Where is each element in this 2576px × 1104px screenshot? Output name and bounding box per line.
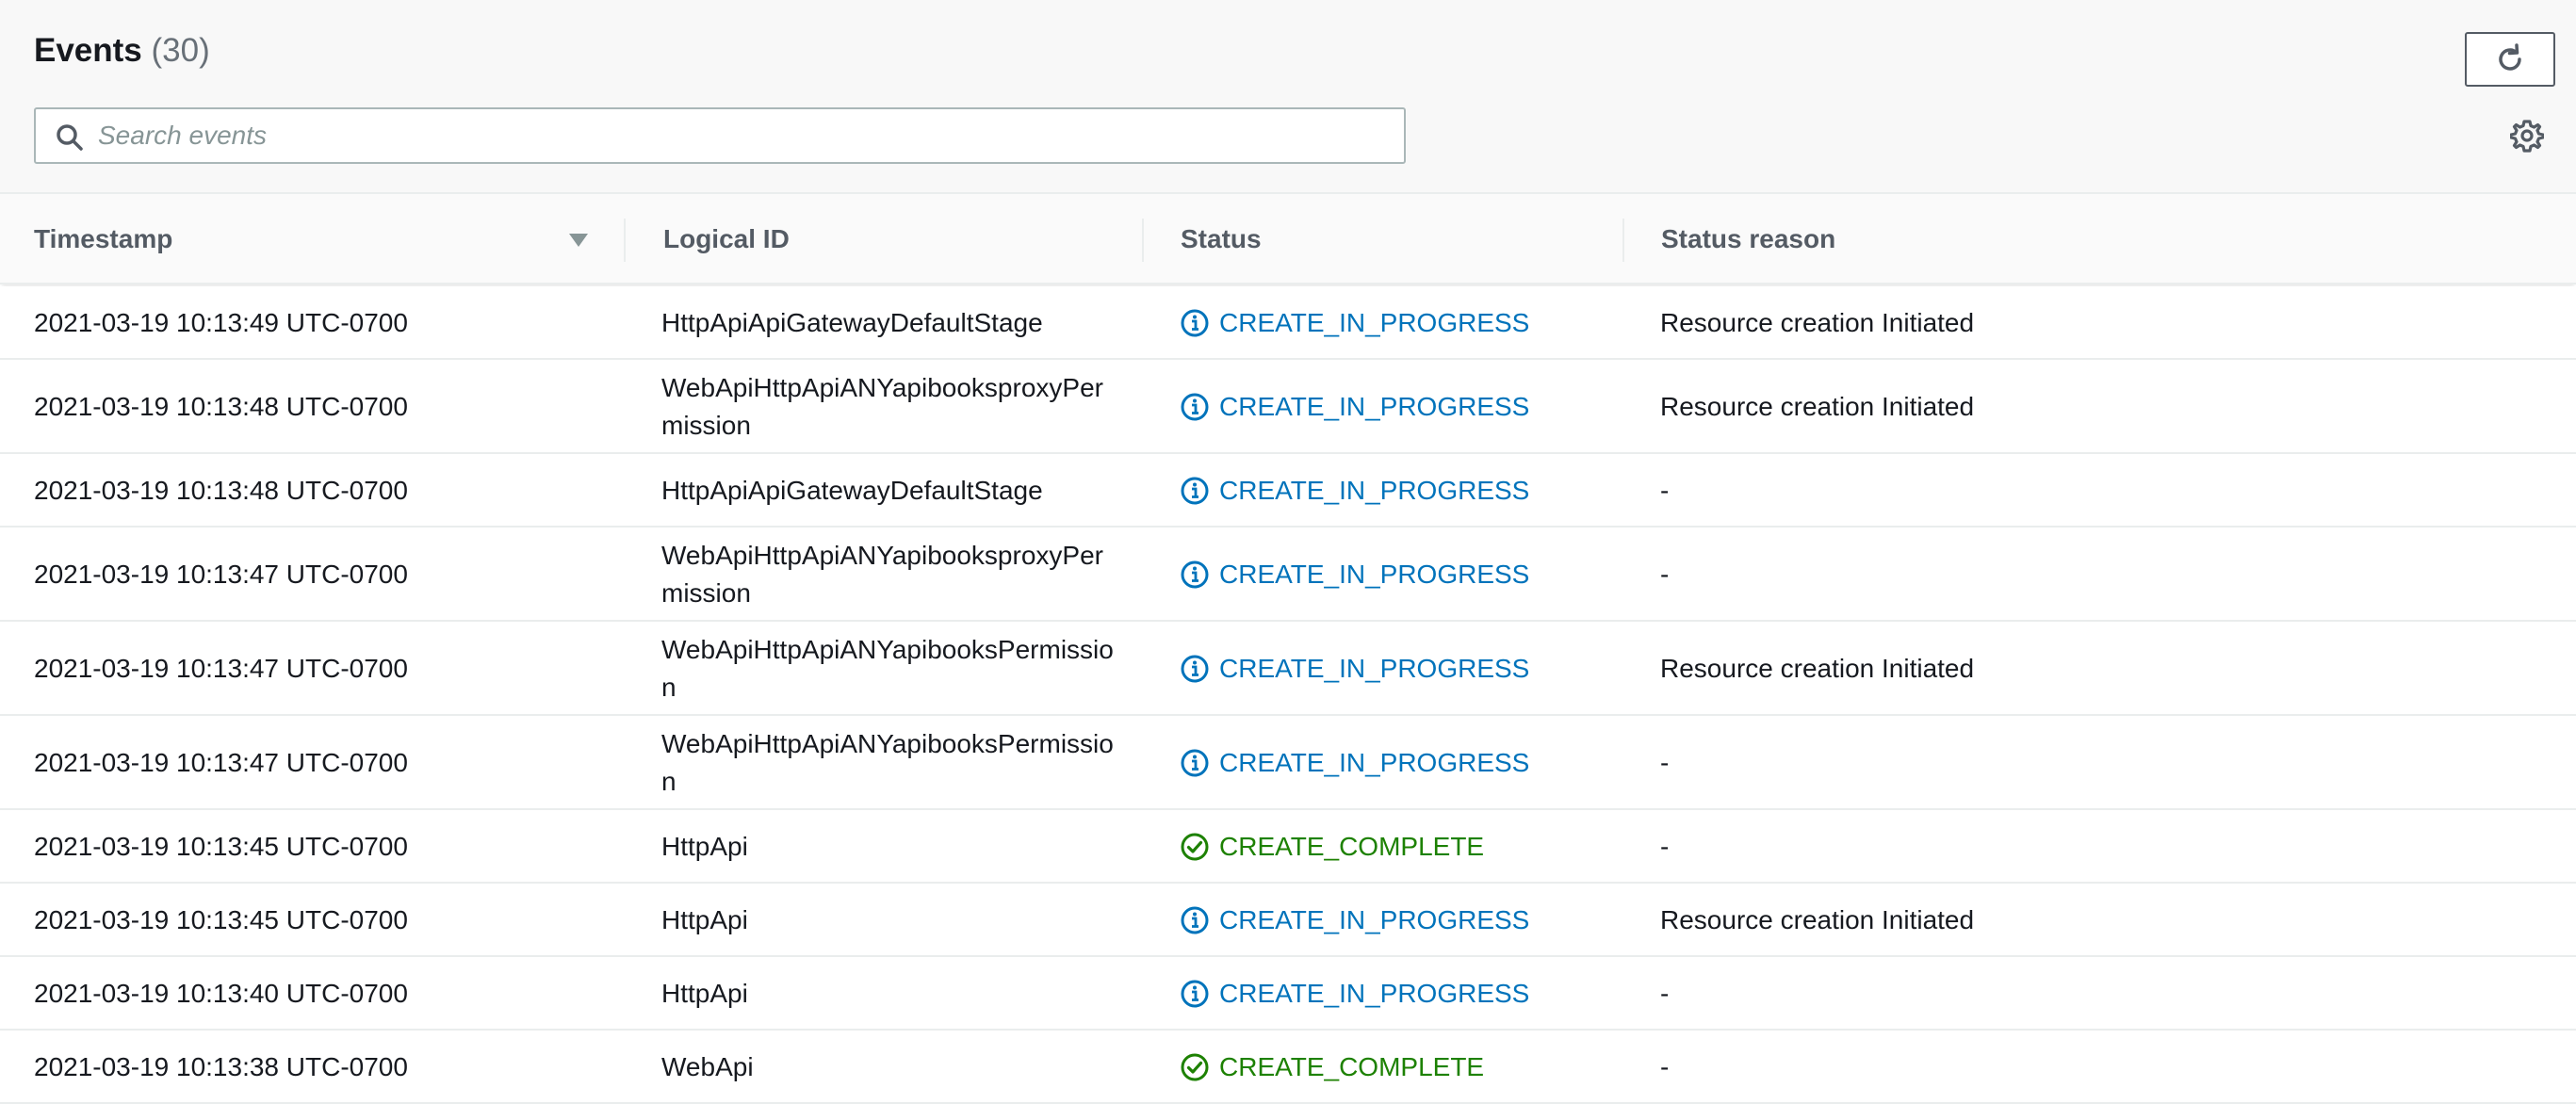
logical-id-cell: WebApiHttpApiANYapibooksproxyPermission — [661, 373, 1103, 440]
status-reason-cell: - — [1660, 748, 1670, 777]
table-row: 2021-03-19 10:13:49 UTC-0700 HttpApiApiG… — [0, 286, 2576, 360]
table-row: 2021-03-19 10:13:48 UTC-0700 WebApiHttpA… — [0, 360, 2576, 454]
events-header: Events (30) — [0, 0, 2576, 194]
status-cell: CREATE_COMPLETE — [1180, 1048, 1484, 1086]
status-text: CREATE_IN_PROGRESS — [1219, 308, 1530, 337]
info-icon — [1181, 560, 1209, 589]
logical-id-cell: HttpApi — [661, 832, 748, 861]
status-cell: CREATE_IN_PROGRESS — [1180, 388, 1529, 426]
timestamp-cell: 2021-03-19 10:13:47 UTC-0700 — [34, 654, 408, 683]
column-header-status-reason[interactable]: Status reason — [1661, 194, 1835, 284]
status-reason-cell: Resource creation Initiated — [1660, 308, 1975, 337]
status-text: CREATE_IN_PROGRESS — [1219, 392, 1530, 421]
timestamp-cell: 2021-03-19 10:13:48 UTC-0700 — [34, 476, 408, 505]
search-box[interactable] — [34, 107, 1406, 164]
info-icon — [1181, 749, 1209, 777]
timestamp-cell: 2021-03-19 10:13:38 UTC-0700 — [34, 1052, 408, 1081]
column-header-logical-id[interactable]: Logical ID — [663, 194, 790, 284]
timestamp-cell: 2021-03-19 10:13:45 UTC-0700 — [34, 905, 408, 934]
search-input[interactable] — [98, 109, 1389, 162]
info-icon — [1181, 655, 1209, 683]
column-divider[interactable] — [624, 219, 626, 262]
check-circle-icon — [1181, 833, 1209, 861]
check-circle-icon — [1181, 1053, 1209, 1081]
status-cell: CREATE_COMPLETE — [1180, 828, 1484, 866]
status-cell: CREATE_IN_PROGRESS — [1180, 556, 1529, 593]
table-row: 2021-03-19 10:13:47 UTC-0700 WebApiHttpA… — [0, 528, 2576, 622]
events-table: 2021-03-19 10:13:49 UTC-0700 HttpApiApiG… — [0, 286, 2576, 1104]
info-icon — [1181, 980, 1209, 1008]
table-row: 2021-03-19 10:13:47 UTC-0700 WebApiHttpA… — [0, 716, 2576, 810]
status-cell: CREATE_IN_PROGRESS — [1180, 304, 1529, 342]
timestamp-cell: 2021-03-19 10:13:47 UTC-0700 — [34, 748, 408, 777]
status-reason-cell: - — [1660, 1052, 1670, 1081]
logical-id-cell: WebApiHttpApiANYapibooksPermission — [661, 635, 1114, 702]
status-cell: CREATE_IN_PROGRESS — [1180, 472, 1529, 510]
status-reason-cell: Resource creation Initiated — [1660, 654, 1975, 683]
status-text: CREATE_IN_PROGRESS — [1219, 560, 1530, 589]
status-reason-cell: - — [1660, 979, 1670, 1008]
logical-id-cell: HttpApiApiGatewayDefaultStage — [661, 308, 1043, 337]
status-text: CREATE_IN_PROGRESS — [1219, 476, 1530, 505]
table-row: 2021-03-19 10:13:38 UTC-0700 WebApi CREA… — [0, 1031, 2576, 1104]
status-text: CREATE_IN_PROGRESS — [1219, 979, 1530, 1008]
page-title: Events (30) — [34, 32, 210, 70]
table-row: 2021-03-19 10:13:47 UTC-0700 WebApiHttpA… — [0, 622, 2576, 716]
info-icon — [1181, 906, 1209, 934]
info-icon — [1181, 393, 1209, 421]
table-row: 2021-03-19 10:13:40 UTC-0700 HttpApi CRE… — [0, 957, 2576, 1031]
status-reason-cell: Resource creation Initiated — [1660, 905, 1975, 934]
timestamp-cell: 2021-03-19 10:13:48 UTC-0700 — [34, 392, 408, 421]
timestamp-cell: 2021-03-19 10:13:40 UTC-0700 — [34, 979, 408, 1008]
status-text: CREATE_IN_PROGRESS — [1219, 748, 1530, 777]
refresh-icon — [2499, 43, 2521, 71]
logical-id-cell: HttpApiApiGatewayDefaultStage — [661, 476, 1043, 505]
logical-id-cell: HttpApi — [661, 979, 748, 1008]
column-header-status[interactable]: Status — [1181, 194, 1262, 284]
logical-id-cell: WebApi — [661, 1052, 754, 1081]
logical-id-cell: HttpApi — [661, 905, 748, 934]
timestamp-cell: 2021-03-19 10:13:49 UTC-0700 — [34, 308, 408, 337]
status-cell: CREATE_IN_PROGRESS — [1180, 744, 1529, 782]
status-reason-cell: - — [1660, 832, 1670, 861]
search-icon — [57, 124, 83, 151]
status-text: CREATE_IN_PROGRESS — [1219, 905, 1530, 934]
status-reason-cell: - — [1660, 560, 1670, 589]
gear-icon[interactable] — [2510, 119, 2544, 153]
status-cell: CREATE_IN_PROGRESS — [1180, 975, 1529, 1013]
status-cell: CREATE_IN_PROGRESS — [1180, 650, 1529, 688]
info-icon — [1181, 309, 1209, 337]
column-header-timestamp[interactable]: Timestamp — [34, 194, 172, 284]
info-icon — [1181, 477, 1209, 505]
refresh-button[interactable] — [2465, 32, 2555, 87]
table-row: 2021-03-19 10:13:45 UTC-0700 HttpApi CRE… — [0, 884, 2576, 957]
timestamp-cell: 2021-03-19 10:13:47 UTC-0700 — [34, 560, 408, 589]
status-text: CREATE_COMPLETE — [1219, 832, 1485, 861]
table-row: 2021-03-19 10:13:48 UTC-0700 HttpApiApiG… — [0, 454, 2576, 528]
event-count: (30) — [151, 32, 210, 69]
logical-id-cell: WebApiHttpApiANYapibooksPermission — [661, 729, 1114, 796]
timestamp-cell: 2021-03-19 10:13:45 UTC-0700 — [34, 832, 408, 861]
status-reason-cell: - — [1660, 476, 1670, 505]
table-header: Timestamp Logical ID Status Status reaso… — [0, 194, 2576, 284]
status-reason-cell: Resource creation Initiated — [1660, 392, 1975, 421]
column-divider[interactable] — [1142, 219, 1144, 262]
status-text: CREATE_IN_PROGRESS — [1219, 654, 1530, 683]
status-cell: CREATE_IN_PROGRESS — [1180, 901, 1529, 939]
sort-descending-icon[interactable] — [567, 232, 590, 249]
logical-id-cell: WebApiHttpApiANYapibooksproxyPermission — [661, 541, 1103, 608]
title-text: Events — [34, 32, 142, 69]
status-text: CREATE_COMPLETE — [1219, 1052, 1485, 1081]
table-row: 2021-03-19 10:13:45 UTC-0700 HttpApi CRE… — [0, 810, 2576, 884]
column-divider[interactable] — [1622, 219, 1624, 262]
